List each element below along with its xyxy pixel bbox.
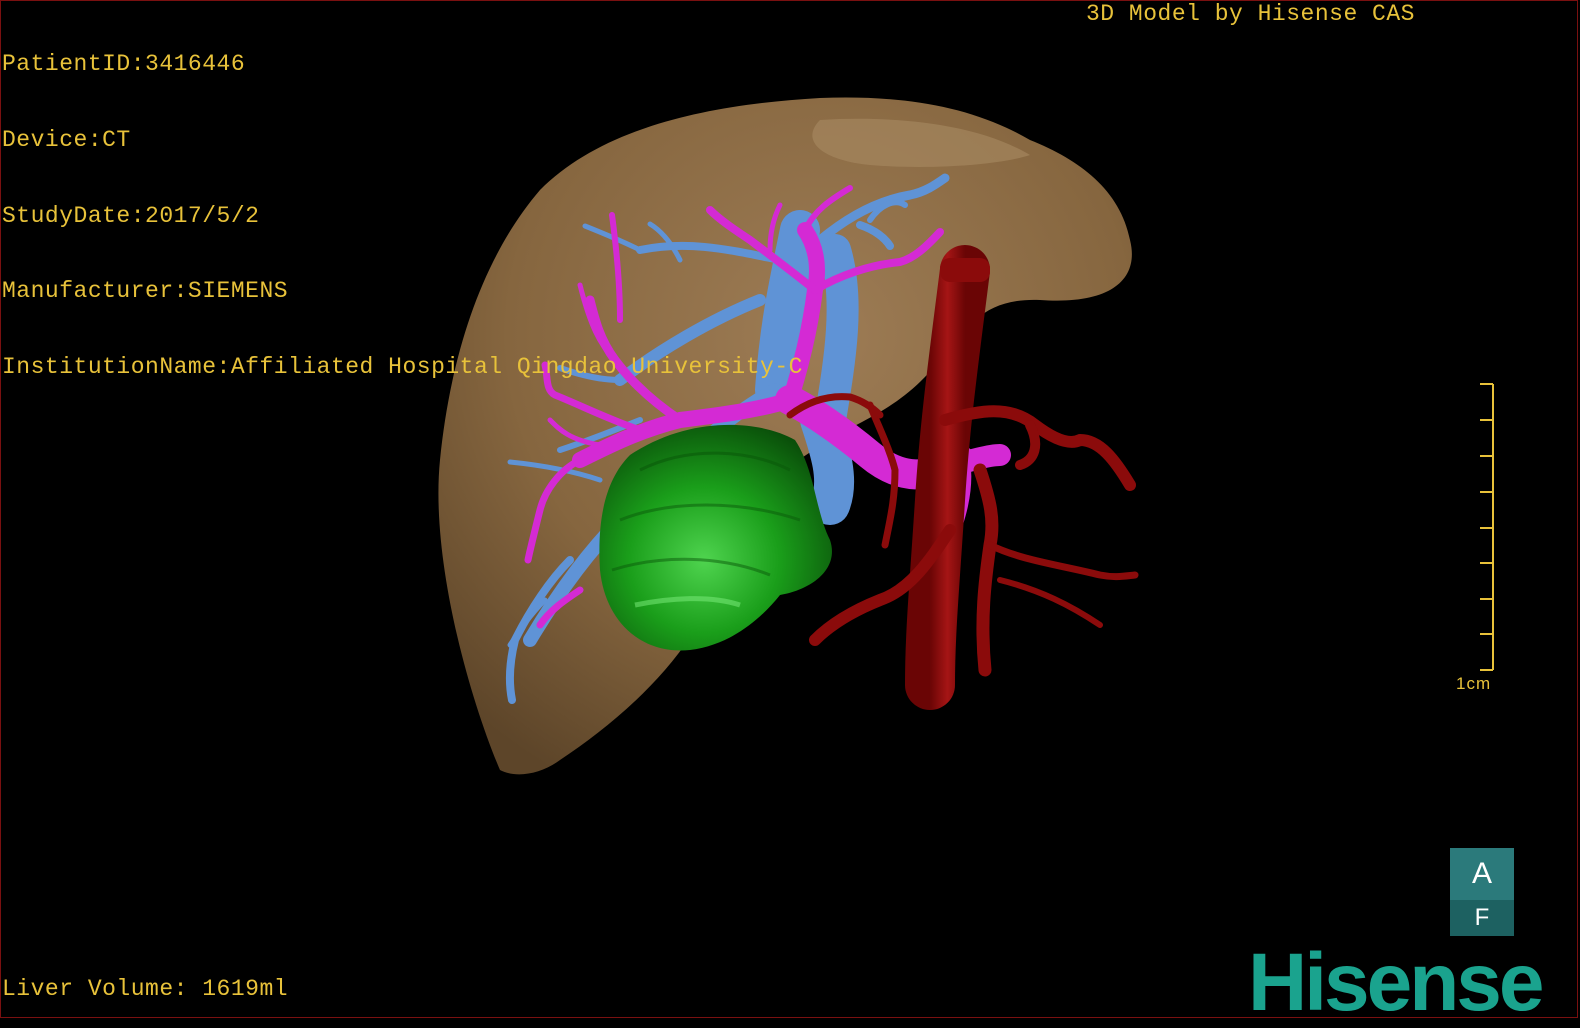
study-date: StudyDate:2017/5/2 xyxy=(2,202,260,229)
orientation-face-anterior[interactable]: A xyxy=(1450,848,1514,900)
dicom-info-overlay: PatientID:3416446 Device:CT StudyDate:20… xyxy=(2,2,803,430)
manufacturer: Manufacturer:SIEMENS xyxy=(2,278,289,305)
tumor xyxy=(599,424,832,651)
orientation-cube[interactable]: A F xyxy=(1450,848,1514,936)
model-credit: 3D Model by Hisense CAS xyxy=(1086,1,1415,27)
scale-label: 1cm xyxy=(1456,674,1492,693)
liver-volume: Liver Volume: 1619ml xyxy=(2,976,289,1002)
orientation-face-front[interactable]: F xyxy=(1450,900,1514,936)
device: Device:CT xyxy=(2,127,131,154)
hisense-logo: Hisense xyxy=(1248,937,1545,1028)
institution-name: InstitutionName:Affiliated Hospital Qing… xyxy=(2,353,803,380)
patient-id: PatientID:3416446 xyxy=(2,51,246,78)
scale-bar xyxy=(1480,383,1494,671)
3d-viewport[interactable]: PatientID:3416446 Device:CT StudyDate:20… xyxy=(0,0,1580,1028)
